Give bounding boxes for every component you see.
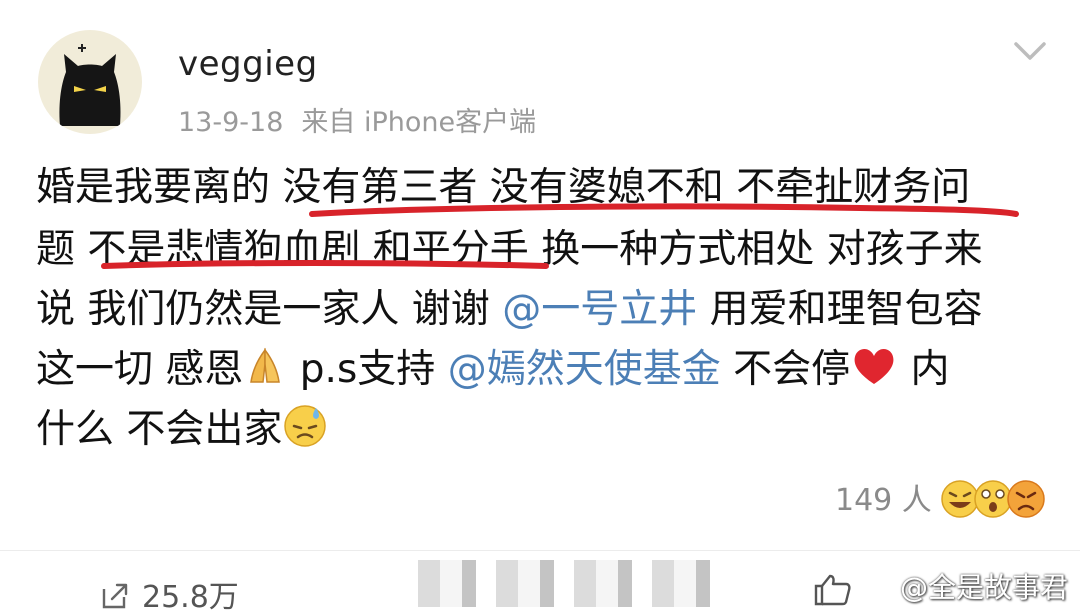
- text-segment: p.s支持: [287, 347, 448, 392]
- mention-link[interactable]: @一号立井: [502, 287, 697, 332]
- text-segment: 不会停: [720, 347, 851, 392]
- weibo-post: veggieg 13-9-18 来自 iPhone客户端 婚是我要离的 没有第三者…: [0, 0, 1080, 615]
- reaction-count[interactable]: 149 人: [835, 475, 932, 519]
- blurred-area: [418, 560, 718, 607]
- reaction-icons[interactable]: [938, 478, 1048, 520]
- text-segment: 说 我们仍然是一家人 谢谢: [36, 287, 503, 332]
- reaction-laugh-icon: [941, 480, 979, 518]
- share-count: 25.8万: [142, 580, 239, 615]
- reaction-angry-icon: [1007, 480, 1045, 518]
- like-icon[interactable]: [812, 572, 852, 606]
- footer-divider: [0, 550, 1080, 551]
- content-line: 婚是我要离的 没有第三者 没有婆媳不和 不牵扯财务问: [36, 165, 971, 210]
- heart-emoji-icon: [854, 348, 894, 384]
- share-button[interactable]: 25.8万: [100, 572, 239, 616]
- cat-avatar-icon: [59, 44, 121, 126]
- watermark: @全是故事君: [900, 571, 1069, 604]
- text-segment: 这一切 感恩: [36, 347, 244, 392]
- text-segment: 什么 不会出家: [36, 407, 283, 452]
- content-line: 什么 不会出家: [36, 400, 328, 460]
- post-date: 13-9-18: [178, 107, 284, 138]
- sweat-emoji-icon: [284, 405, 327, 447]
- text-segment: 用爱和理智包容: [697, 287, 983, 332]
- avatar[interactable]: [38, 30, 142, 134]
- pray-emoji-icon: [250, 347, 281, 383]
- text-segment: 内: [898, 347, 950, 392]
- content-line: 题 不是悲情狗血剧 和平分手 换一种方式相处 对孩子来: [36, 227, 983, 272]
- content-line: 这一切 感恩 p.s支持 @嫣然天使基金 不会停 内: [36, 340, 950, 400]
- username[interactable]: veggieg: [178, 44, 318, 84]
- chevron-down-icon[interactable]: [1010, 36, 1050, 68]
- content-line: 说 我们仍然是一家人 谢谢 @一号立井 用爱和理智包容: [36, 280, 983, 340]
- mention-link[interactable]: @嫣然天使基金: [448, 347, 721, 392]
- reaction-surprise-icon: [974, 480, 1012, 518]
- post-source: 来自 iPhone客户端: [301, 107, 537, 138]
- post-meta: 13-9-18 来自 iPhone客户端: [178, 100, 554, 139]
